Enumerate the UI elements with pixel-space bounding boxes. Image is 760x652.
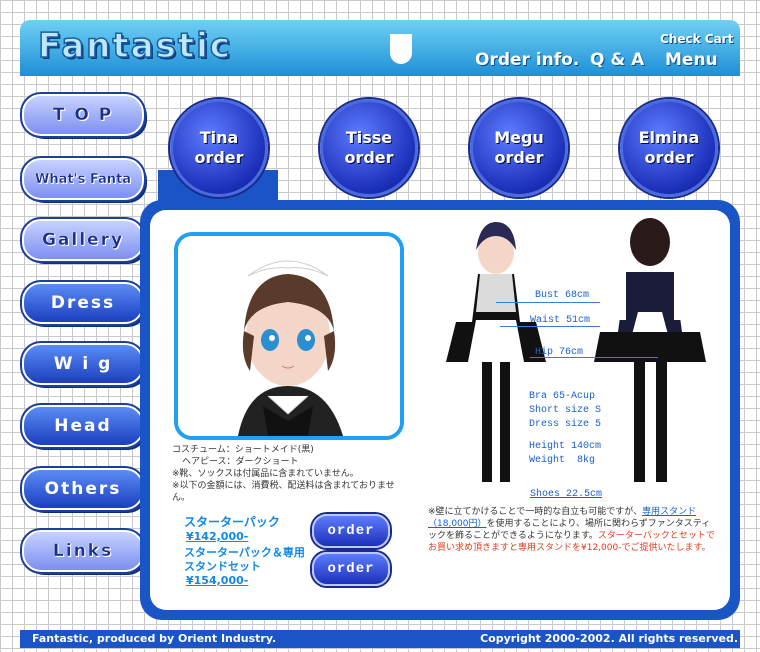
hip-measure: Hip 76cm [535, 347, 584, 358]
site-footer: Fantastic, produced by Orient Industry. … [20, 630, 740, 648]
nav-gallery-label: Gallery [41, 230, 125, 250]
price-note: ※以下の金額には、消費税、配送料は含まれておりません。 [172, 481, 395, 503]
nav-head-label: Head [54, 416, 112, 436]
nav-dress-button[interactable]: Dress [20, 280, 146, 326]
nav-dress-label: Dress [50, 293, 116, 313]
nav-top-label: T O P [52, 105, 114, 125]
starter-pack-label: スターターパック [184, 515, 280, 529]
tina-order-button[interactable]: Tina order [170, 99, 268, 197]
doll-face-illustration [178, 236, 400, 436]
nav-wig-button[interactable]: W i g [20, 341, 146, 387]
menu-link[interactable]: Menu [665, 50, 718, 70]
nav-others-label: Others [44, 479, 122, 499]
megu-order-button[interactable]: Megu order [470, 99, 568, 197]
tina-order-name: Tina [199, 128, 239, 147]
doll-face-photo [174, 232, 404, 440]
shoes-measure: Shoes 22.5cm [530, 489, 603, 500]
nav-links-button[interactable]: Links [20, 528, 146, 574]
order-info-link[interactable]: Order info. [475, 50, 579, 70]
height-measure: Height 140cm [529, 441, 602, 452]
shoes-note: ※靴、ソックスは付属品に含まれていません。 [172, 469, 359, 479]
stand-note-part1: ※壁に立てかけることで一時的な自立も可能ですが、 [428, 507, 643, 517]
site-logo[interactable]: Fantastic [37, 25, 232, 67]
site-header: Fantastic Check Cart Order info. Q & A M… [20, 20, 740, 76]
elmina-order-button[interactable]: Elmina order [620, 99, 718, 197]
nav-others-button[interactable]: Others [20, 466, 146, 512]
tina-order-label: order [194, 148, 244, 167]
nav-whats-fanta-button[interactable]: What's Fanta [20, 156, 146, 202]
starter-pack-stand-label: スターターパック＆専用スタンドセット [184, 546, 305, 573]
nav-head-button[interactable]: Head [20, 403, 146, 449]
dress-size: Dress size 5 [529, 419, 602, 430]
order-starter-pack-stand-button[interactable]: order [312, 552, 390, 586]
bra-measure: Bra 65-Acup [529, 391, 596, 402]
nav-links-label: Links [52, 541, 114, 561]
nav-top-button[interactable]: T O P [20, 92, 146, 138]
nav-gallery-button[interactable]: Gallery [20, 217, 146, 263]
tisse-order-name: Tisse [345, 128, 393, 147]
nav-wig-label: W i g [53, 354, 113, 374]
tisse-order-button[interactable]: Tisse order [320, 99, 418, 197]
megu-order-label: order [494, 148, 544, 167]
check-cart-link[interactable]: Check Cart [660, 32, 733, 46]
footer-copyright: Copyright 2000-2002. All rights reserved… [480, 632, 738, 645]
footer-credit: Fantastic, produced by Orient Industry. [32, 632, 277, 645]
starter-pack-stand-price: ¥154,000- [186, 574, 249, 587]
bust-measure: Bust 68cm [535, 290, 590, 301]
stand-note: ※壁に立てかけることで一時的な自立も可能ですが、専用スタンド（18,000円）を… [428, 506, 718, 554]
hairpiece-desc: ヘアピース：ダークショート [182, 457, 299, 467]
waist-measure: Waist 51cm [530, 315, 591, 326]
costume-desc: コスチューム：ショートメイド(黒) [172, 445, 314, 455]
nav-whats-fanta-label: What's Fanta [35, 171, 131, 187]
weight-measure: Weight 8kg [529, 455, 596, 466]
short-size: Short size S [529, 405, 602, 416]
elmina-order-label: order [644, 148, 694, 167]
starter-pack-price: ¥142,000- [186, 530, 249, 543]
tisse-order-label: order [344, 148, 394, 167]
qa-link[interactable]: Q & A [590, 50, 644, 70]
order-starter-pack-button[interactable]: order [312, 514, 390, 548]
elmina-order-name: Elmina [638, 128, 700, 147]
header-notch [390, 34, 412, 64]
megu-order-name: Megu [494, 128, 544, 147]
